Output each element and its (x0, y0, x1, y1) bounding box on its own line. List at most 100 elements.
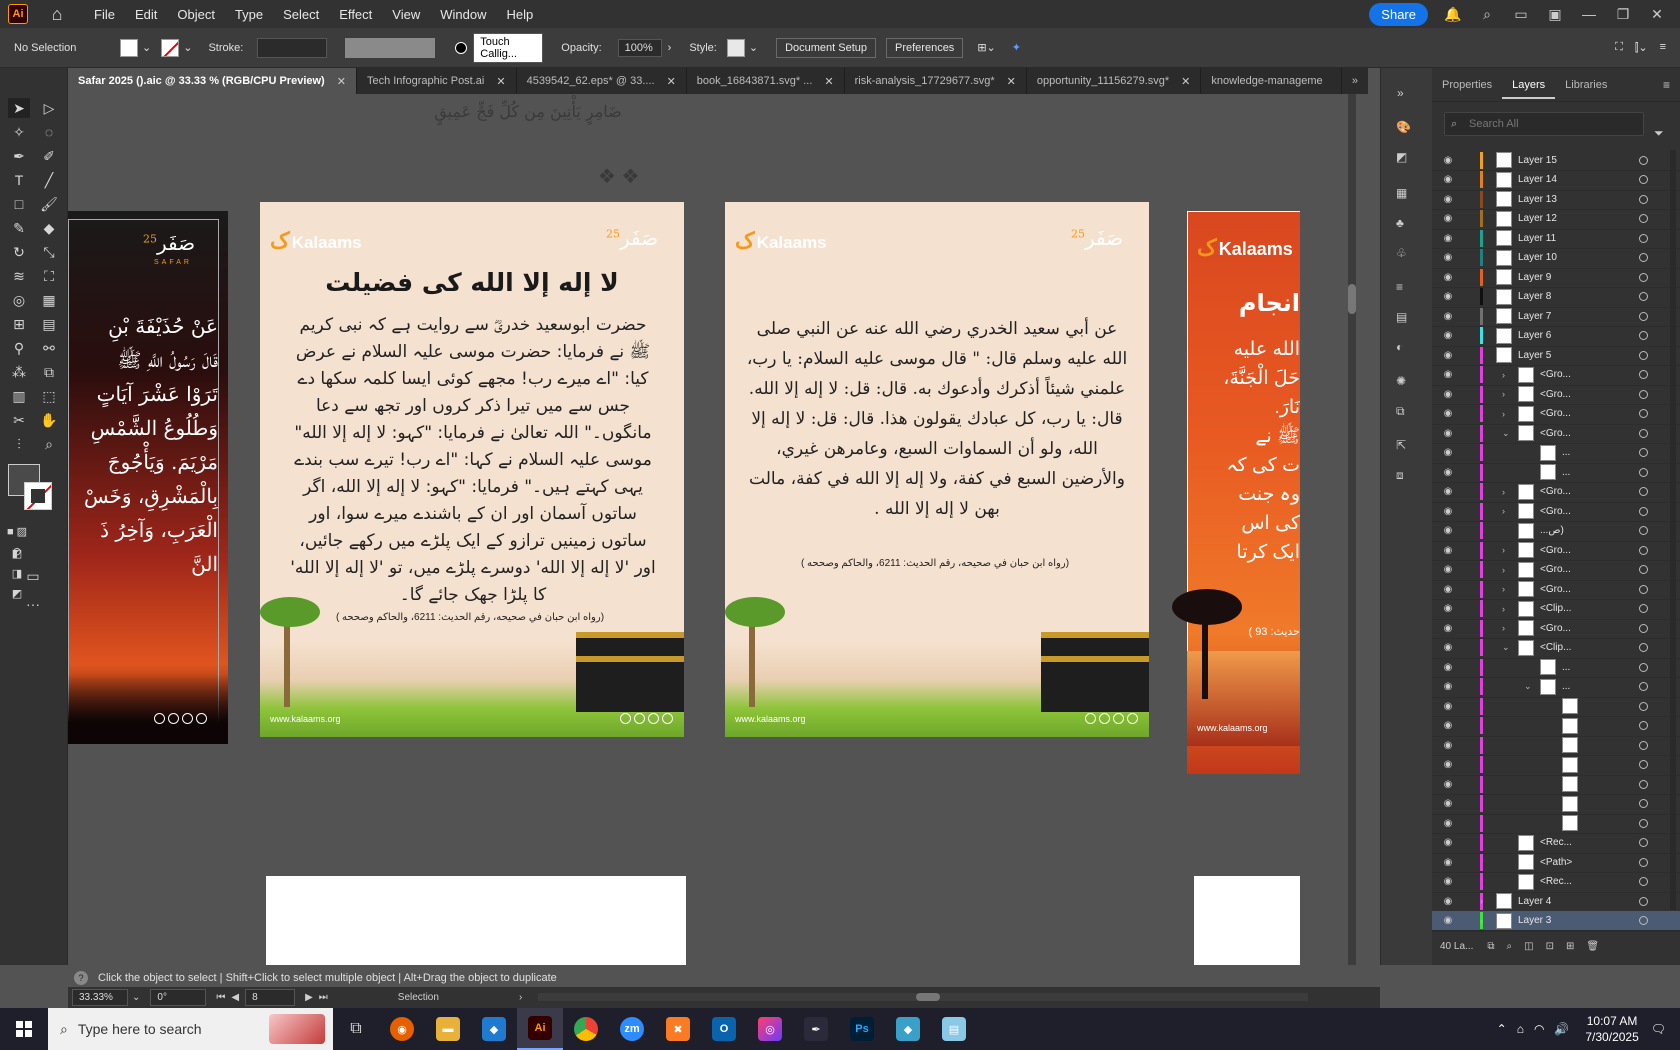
artboard-5[interactable] (266, 876, 686, 965)
visibility-eye-icon[interactable]: ◉ (1442, 759, 1454, 770)
layer-target-icon[interactable] (1639, 877, 1648, 886)
clubs-panel-icon[interactable]: ♧ (1396, 246, 1407, 260)
layer-row[interactable]: ◉ Layer 13 (1432, 189, 1680, 210)
tab-opportunity[interactable]: opportunity_11156279.svg* ✕ (1027, 68, 1202, 94)
layer-target-icon[interactable] (1639, 175, 1648, 184)
zoom-icon[interactable]: zm (609, 1008, 655, 1050)
visibility-eye-icon[interactable]: ◉ (1442, 798, 1454, 809)
layer-row[interactable]: ◉ ⌄... (1432, 677, 1680, 698)
visibility-eye-icon[interactable]: ◉ (1442, 642, 1454, 653)
last-artboard-icon[interactable]: ⏭ (319, 992, 328, 1003)
close-icon[interactable]: ✕ (667, 75, 676, 88)
chevron-right-icon[interactable]: › (1502, 487, 1505, 497)
illustrator-logo[interactable]: Ai (8, 4, 28, 24)
layer-row[interactable]: ◉... (1432, 443, 1680, 464)
visibility-eye-icon[interactable]: ◉ (1442, 311, 1454, 322)
opacity-label[interactable]: Opacity: (561, 42, 601, 54)
close-icon[interactable]: ✕ (337, 75, 346, 88)
visibility-eye-icon[interactable]: ◉ (1442, 252, 1454, 263)
visibility-eye-icon[interactable]: ◉ (1442, 272, 1454, 283)
swatches-panel-icon[interactable]: ▦ (1396, 186, 1407, 200)
layer-target-icon[interactable] (1639, 721, 1648, 730)
artboard-6[interactable] (1194, 876, 1300, 965)
visibility-eye-icon[interactable]: ◉ (1442, 545, 1454, 556)
xampp-icon[interactable]: ✖ (655, 1008, 701, 1050)
eraser-tool-icon[interactable]: ◆ (38, 218, 60, 238)
tab-libraries[interactable]: Libraries (1555, 79, 1617, 91)
layer-row[interactable]: ◉ › <Gro... (1432, 560, 1680, 581)
layer-row[interactable]: ◉ (1432, 774, 1680, 795)
zoom-field[interactable]: 33.33% (72, 989, 128, 1006)
layer-row[interactable]: ◉ › Layer 3 (1432, 910, 1680, 932)
first-artboard-icon[interactable]: ⏮ (216, 992, 225, 1003)
visibility-eye-icon[interactable]: ◉ (1442, 857, 1454, 868)
layer-target-icon[interactable] (1639, 253, 1648, 262)
style-swatch[interactable] (726, 38, 745, 57)
visibility-eye-icon[interactable]: ◉ (1442, 681, 1454, 692)
vertical-scrollbar[interactable] (1348, 94, 1356, 965)
tab-safar[interactable]: Safar 2025 ().aic @ 33.33 % (RGB/CPU Pre… (68, 68, 357, 94)
layer-target-icon[interactable] (1639, 682, 1648, 691)
layer-row[interactable]: ◉ Layer 10 (1432, 248, 1680, 269)
layer-target-icon[interactable] (1639, 194, 1648, 204)
layer-target-icon[interactable] (1639, 370, 1648, 379)
panel-toggle-icon[interactable]: ⫿⌄ (1635, 41, 1648, 55)
layer-row[interactable]: ◉ <Path> (1432, 852, 1680, 873)
layer-row[interactable]: ◉... (1432, 657, 1680, 678)
home-icon[interactable]: ⌂ (46, 4, 68, 24)
locate-object-icon[interactable]: ⌕ (1507, 941, 1513, 952)
menu-help[interactable]: Help (496, 7, 543, 22)
brush-definition[interactable]: Touch Callig... (473, 32, 544, 63)
arrange-icon[interactable]: ▣ (1544, 6, 1566, 23)
layer-row[interactable]: ◉ Layer 15 (1432, 150, 1680, 171)
chevron-right-icon[interactable]: › (1502, 584, 1505, 594)
symbols-panel-icon[interactable]: ♣ (1396, 216, 1404, 230)
pen-app-icon[interactable]: ✒ (793, 1008, 839, 1050)
layer-row[interactable]: ◉ › <Gro... (1432, 482, 1680, 503)
firefox-icon[interactable]: ◉ (379, 1008, 425, 1050)
tab-knowledge[interactable]: knowledge-manageme (1201, 68, 1342, 94)
layer-target-icon[interactable] (1639, 643, 1648, 652)
panel-menu-icon[interactable]: ≡ (1663, 78, 1670, 92)
layer-target-icon[interactable] (1639, 233, 1648, 243)
visibility-eye-icon[interactable]: ◉ (1442, 213, 1454, 224)
notepad-icon[interactable]: ▤ (931, 1008, 977, 1050)
hand-tool-icon[interactable]: ✋ (38, 410, 60, 430)
chevron-down-icon[interactable]: ⌄ (132, 992, 140, 1003)
layer-target-icon[interactable] (1639, 584, 1648, 594)
curvature-tool-icon[interactable]: ✐ (38, 146, 60, 166)
illustrator-taskbar-icon[interactable]: Ai (517, 1008, 563, 1050)
visibility-eye-icon[interactable]: ◉ (1442, 876, 1454, 887)
menu-select[interactable]: Select (273, 7, 329, 22)
mesh-tool-icon[interactable]: ⊞ (8, 314, 30, 334)
variable-width-profile[interactable] (345, 37, 436, 58)
scale-tool-icon[interactable]: ⤡ (38, 242, 60, 262)
layer-target-icon[interactable] (1639, 467, 1648, 477)
file-explorer-icon[interactable]: ▬ (425, 1008, 471, 1050)
chevron-right-icon[interactable]: › (1502, 604, 1505, 614)
layer-row[interactable]: ◉ ⌄ <Clip... (1432, 638, 1680, 659)
menu-effect[interactable]: Effect (329, 7, 382, 22)
stroke-panel-icon[interactable]: ≡ (1396, 280, 1403, 294)
graph-tool-icon[interactable]: ▥ (8, 386, 30, 406)
appearance-panel-icon[interactable]: ◐ (1396, 340, 1403, 354)
layer-target-icon[interactable] (1639, 662, 1648, 672)
layer-target-icon[interactable] (1639, 526, 1648, 535)
close-icon[interactable]: ✕ (1646, 6, 1668, 23)
gradient-tool-icon[interactable]: ▤ (38, 314, 60, 334)
visibility-eye-icon[interactable]: ◉ (1442, 486, 1454, 497)
layer-row[interactable]: ◉ (1432, 735, 1680, 756)
warp-tool-icon[interactable]: ≋ (8, 266, 30, 286)
layer-row[interactable]: ◉... (1432, 462, 1680, 483)
volume-icon[interactable]: 🔊 (1554, 1022, 1569, 1036)
layer-row[interactable]: ◉ <Rec... (1432, 872, 1680, 893)
visibility-eye-icon[interactable]: ◉ (1442, 564, 1454, 575)
layer-target-icon[interactable] (1639, 623, 1648, 633)
visibility-eye-icon[interactable]: ◉ (1442, 447, 1454, 458)
menu-icon[interactable]: ≡ (1660, 41, 1666, 55)
visibility-eye-icon[interactable]: ◉ (1442, 194, 1454, 205)
layer-row[interactable]: ◉ › Layer 4 (1432, 891, 1680, 912)
chevron-down-icon[interactable]: ⌄ (1524, 681, 1532, 692)
prev-artboard-icon[interactable]: ◀ (231, 992, 239, 1003)
new-layer-icon[interactable]: ⊞ (1566, 941, 1574, 952)
